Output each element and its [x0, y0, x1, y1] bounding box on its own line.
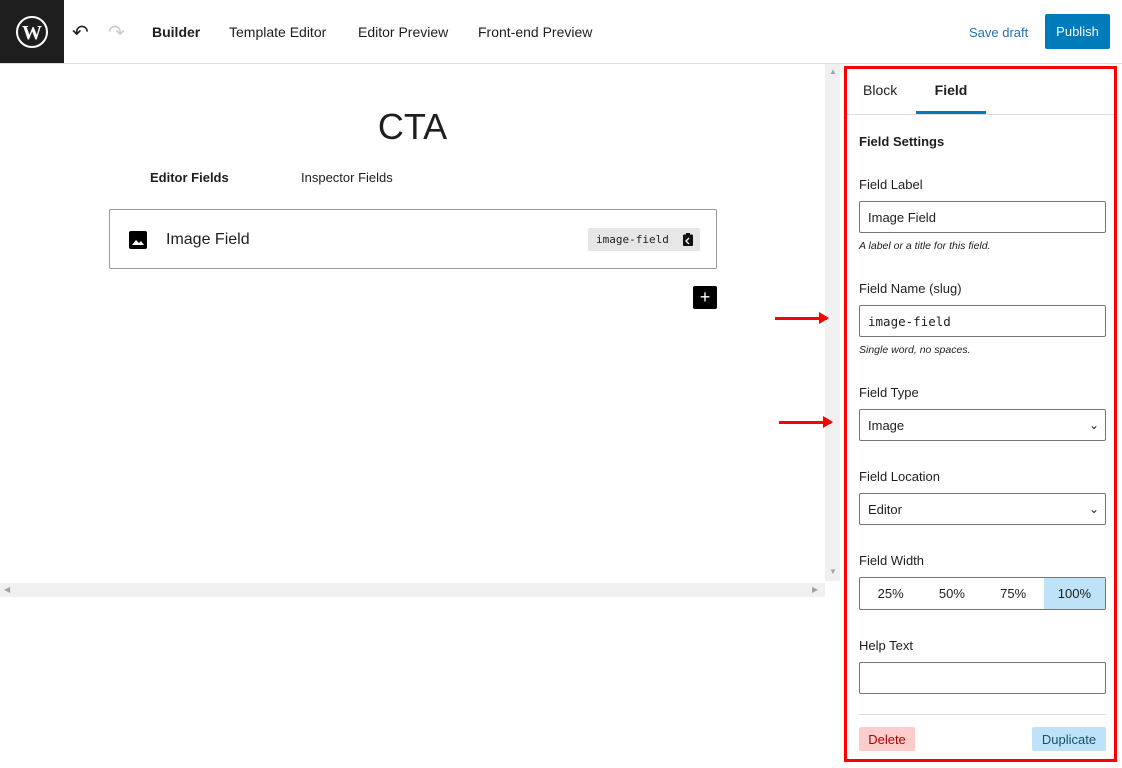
sidebar-tabs: Block Field [847, 69, 1114, 115]
save-draft-button[interactable]: Save draft [969, 25, 1028, 40]
nav-template-editor[interactable]: Template Editor [229, 24, 326, 40]
field-width-group: 25% 50% 75% 100% [859, 577, 1106, 610]
width-25-button[interactable]: 25% [860, 578, 921, 609]
svg-text:W: W [22, 22, 42, 44]
field-location-label: Field Location [859, 469, 940, 484]
settings-sidebar: Block Field Field Settings Field Label I… [844, 66, 1117, 762]
field-slug: image-field [596, 233, 669, 246]
width-50-button[interactable]: 50% [921, 578, 982, 609]
field-location-value: Editor [868, 501, 902, 517]
section-title: Field Settings [859, 134, 945, 149]
scroll-right-icon[interactable]: ▶ [812, 585, 818, 594]
width-75-button[interactable]: 75% [983, 578, 1044, 609]
tab-field[interactable]: Field [916, 69, 986, 114]
duplicate-button[interactable]: Duplicate [1032, 727, 1106, 751]
wordpress-icon: W [16, 15, 48, 48]
field-type-select[interactable]: Image ⌄ [859, 409, 1106, 441]
image-icon [129, 231, 147, 249]
help-text-label: Help Text [859, 638, 913, 653]
top-toolbar: W ↶ ↷ Builder Template Editor Editor Pre… [0, 0, 1122, 64]
copy-clipboard-icon[interactable] [683, 233, 693, 246]
chevron-down-icon: ⌄ [1088, 502, 1099, 516]
publish-button[interactable]: Publish [1045, 14, 1110, 49]
field-location-select[interactable]: Editor ⌄ [859, 493, 1106, 525]
field-type-value: Image [868, 417, 905, 433]
redo-icon[interactable]: ↷ [108, 20, 125, 45]
undo-icon[interactable]: ↶ [72, 20, 89, 45]
width-100-button[interactable]: 100% [1043, 578, 1105, 609]
scroll-down-icon[interactable]: ▼ [829, 567, 837, 576]
delete-button[interactable]: Delete [859, 727, 915, 751]
field-label-hint: A label or a title for this field. [859, 240, 991, 252]
nav-frontend-preview[interactable]: Front-end Preview [478, 24, 592, 40]
field-label-label: Field Label [859, 177, 923, 192]
field-card-label: Image Field [166, 231, 250, 248]
help-text-input[interactable] [859, 662, 1106, 694]
annotation-arrow [779, 416, 833, 428]
divider [859, 714, 1106, 715]
field-type-label: Field Type [859, 385, 919, 400]
annotation-arrow [775, 312, 829, 324]
tab-block[interactable]: Block [863, 69, 897, 114]
field-name-hint: Single word, no spaces. [859, 344, 971, 356]
field-card[interactable]: Image Field image-field [109, 209, 717, 269]
tab-inspector-fields[interactable]: Inspector Fields [301, 170, 393, 185]
wordpress-logo[interactable]: W [0, 0, 64, 63]
horizontal-scrollbar[interactable]: ◀ ▶ [0, 583, 825, 597]
field-width-label: Field Width [859, 553, 925, 568]
field-name-label: Field Name (slug) [859, 281, 962, 296]
scroll-left-icon[interactable]: ◀ [4, 585, 10, 594]
field-slug-badge[interactable]: image-field [588, 228, 700, 251]
field-name-input[interactable]: image-field [859, 305, 1106, 337]
field-label-input[interactable]: Image Field [859, 201, 1106, 233]
block-title: CTA [377, 106, 448, 147]
add-field-button[interactable]: + [693, 286, 717, 309]
chevron-down-icon: ⌄ [1088, 418, 1099, 432]
nav-editor-preview[interactable]: Editor Preview [358, 24, 448, 40]
scroll-up-icon[interactable]: ▲ [829, 67, 837, 76]
tab-editor-fields[interactable]: Editor Fields [150, 170, 229, 185]
nav-builder[interactable]: Builder [152, 24, 200, 40]
